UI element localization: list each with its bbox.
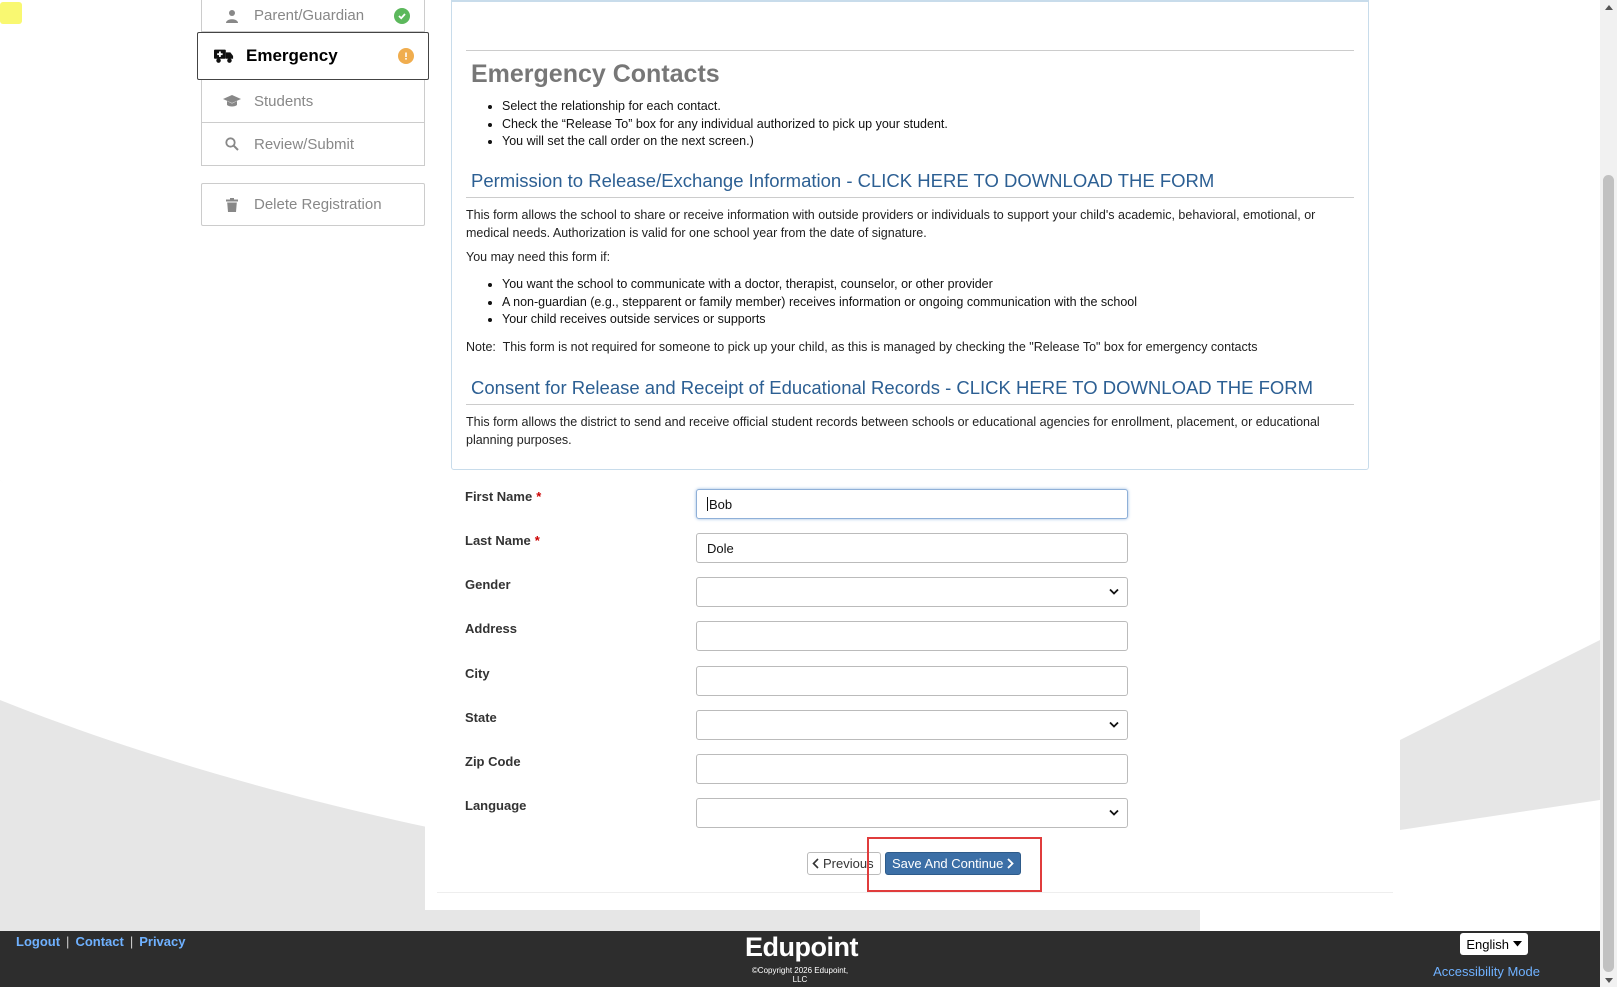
consent-heading: Consent for Release and Receipt of Educa… <box>471 377 1313 399</box>
language-select[interactable] <box>696 798 1128 828</box>
required-mark: * <box>536 489 542 504</box>
state-label: State <box>465 710 497 725</box>
zip-code-input[interactable] <box>696 754 1128 784</box>
sidebar-item-students[interactable]: Students <box>201 80 425 123</box>
permission-reason-list: You want the school to communicate with … <box>488 276 1137 329</box>
chevron-down-icon <box>1109 721 1119 728</box>
divider <box>466 50 1354 51</box>
chevron-down-icon <box>1109 809 1119 816</box>
brand-name: Edupoint <box>745 932 858 962</box>
logout-link[interactable]: Logout <box>16 934 60 949</box>
permission-heading-text: Permission to Release/Exchange Informati… <box>471 170 858 191</box>
user-icon <box>222 6 242 26</box>
first-name-input[interactable]: Bob <box>696 489 1128 519</box>
city-input[interactable] <box>696 666 1128 696</box>
text-cursor <box>707 497 708 511</box>
sidebar-item-parent-guardian[interactable]: Parent/Guardian <box>201 0 425 32</box>
scroll-thumb[interactable] <box>1603 175 1614 972</box>
language-label: Language <box>465 798 527 813</box>
address-label: Address <box>465 621 518 636</box>
divider <box>466 404 1354 405</box>
last-name-value: Dole <box>707 540 734 556</box>
privacy-link[interactable]: Privacy <box>139 934 185 949</box>
city-label: City <box>465 666 490 681</box>
caret-down-icon <box>1513 941 1522 947</box>
permission-download-link[interactable]: CLICK HERE TO DOWNLOAD THE FORM <box>858 170 1215 191</box>
sidebar-item-emergency[interactable]: Emergency <box>197 32 429 80</box>
sidebar-item-label: Students <box>254 92 314 110</box>
ambulance-icon <box>214 46 234 66</box>
list-item: You want the school to communicate with … <box>502 276 1137 294</box>
footer-links: Logout | Contact | Privacy <box>16 934 185 949</box>
permission-need-intro: You may need this form if: <box>466 250 611 264</box>
instruction-list: Select the relationship for each contact… <box>488 98 948 151</box>
delete-registration-label: Delete Registration <box>254 196 382 213</box>
scroll-down-arrow-icon[interactable] <box>1603 975 1614 985</box>
previous-label: Previous <box>823 856 874 871</box>
separator: | <box>66 934 70 949</box>
permission-heading: Permission to Release/Exchange Informati… <box>471 170 1214 192</box>
check-circle-icon <box>394 7 410 24</box>
copyright: ©Copyright 2026 Edupoint, LLC <box>751 966 849 984</box>
divider <box>466 197 1354 198</box>
sidebar-nav: Parent/Guardian Emergency Students Revie… <box>197 0 429 226</box>
contact-link[interactable]: Contact <box>75 934 123 949</box>
required-mark: * <box>534 533 540 548</box>
note-label: Note: <box>466 340 496 354</box>
last-name-label: Last Name * <box>465 533 540 548</box>
sidebar-item-label: Parent/Guardian <box>254 7 365 24</box>
search-icon <box>222 134 242 154</box>
gender-select[interactable] <box>696 577 1128 607</box>
brand-logo: Edupoint ©Copyright 2026 Edupoint, LLC <box>745 932 858 984</box>
sidebar-item-label: Review/Submit <box>254 135 355 153</box>
gender-label: Gender <box>465 577 511 592</box>
page-title: Emergency Contacts <box>471 60 720 88</box>
scroll-up-arrow-icon[interactable] <box>1603 2 1614 12</box>
separator: | <box>129 934 134 949</box>
delete-registration-button[interactable]: Delete Registration <box>201 183 425 226</box>
sidebar-item-label: Emergency <box>246 46 338 65</box>
first-name-label-text: First Name <box>465 489 533 504</box>
state-select[interactable] <box>696 710 1128 740</box>
note-text: This form is not required for someone to… <box>502 340 1258 354</box>
exclamation-circle-icon <box>398 48 414 64</box>
language-dropdown[interactable]: English <box>1460 933 1528 955</box>
list-item: A non-guardian (e.g., stepparent or fami… <box>502 294 1137 312</box>
trash-icon <box>222 195 242 215</box>
graduation-cap-icon <box>222 91 242 111</box>
list-item: Check the “Release To” box for any indiv… <box>502 116 948 134</box>
first-name-label: First Name * <box>465 489 541 504</box>
highlight-marker <box>0 2 22 24</box>
annotation-highlight <box>867 837 1042 892</box>
last-name-input[interactable]: Dole <box>696 533 1128 563</box>
chevron-left-icon <box>812 858 819 869</box>
zip-code-label: Zip Code <box>465 754 521 769</box>
sidebar-item-review-submit[interactable]: Review/Submit <box>201 123 425 166</box>
permission-note: Note: This form is not required for some… <box>466 338 1346 356</box>
list-item: You will set the call order on the next … <box>502 133 948 151</box>
emergency-info-panel: Emergency Contacts Select the relationsh… <box>451 0 1369 470</box>
permission-description: This form allows the school to share or … <box>466 208 1316 240</box>
list-item: Your child receives outside services or … <box>502 311 1137 329</box>
address-input[interactable] <box>696 621 1128 651</box>
list-item: Select the relationship for each contact… <box>502 98 948 116</box>
consent-description: This form allows the district to send an… <box>466 415 1320 447</box>
footer: Logout | Contact | Privacy Edupoint ©Copyrig… <box>0 931 1600 987</box>
last-name-label-text: Last Name <box>465 533 531 548</box>
consent-heading-text: Consent for Release and Receipt of Educa… <box>471 377 957 398</box>
accessibility-mode-link[interactable]: Accessibility Mode <box>1433 964 1540 979</box>
chevron-down-icon <box>1109 588 1119 595</box>
language-label: English <box>1466 936 1509 952</box>
first-name-value: Bob <box>709 496 733 512</box>
consent-download-link[interactable]: CLICK HERE TO DOWNLOAD THE FORM <box>956 377 1313 398</box>
vertical-scrollbar[interactable] <box>1600 0 1617 987</box>
divider <box>437 892 1393 893</box>
